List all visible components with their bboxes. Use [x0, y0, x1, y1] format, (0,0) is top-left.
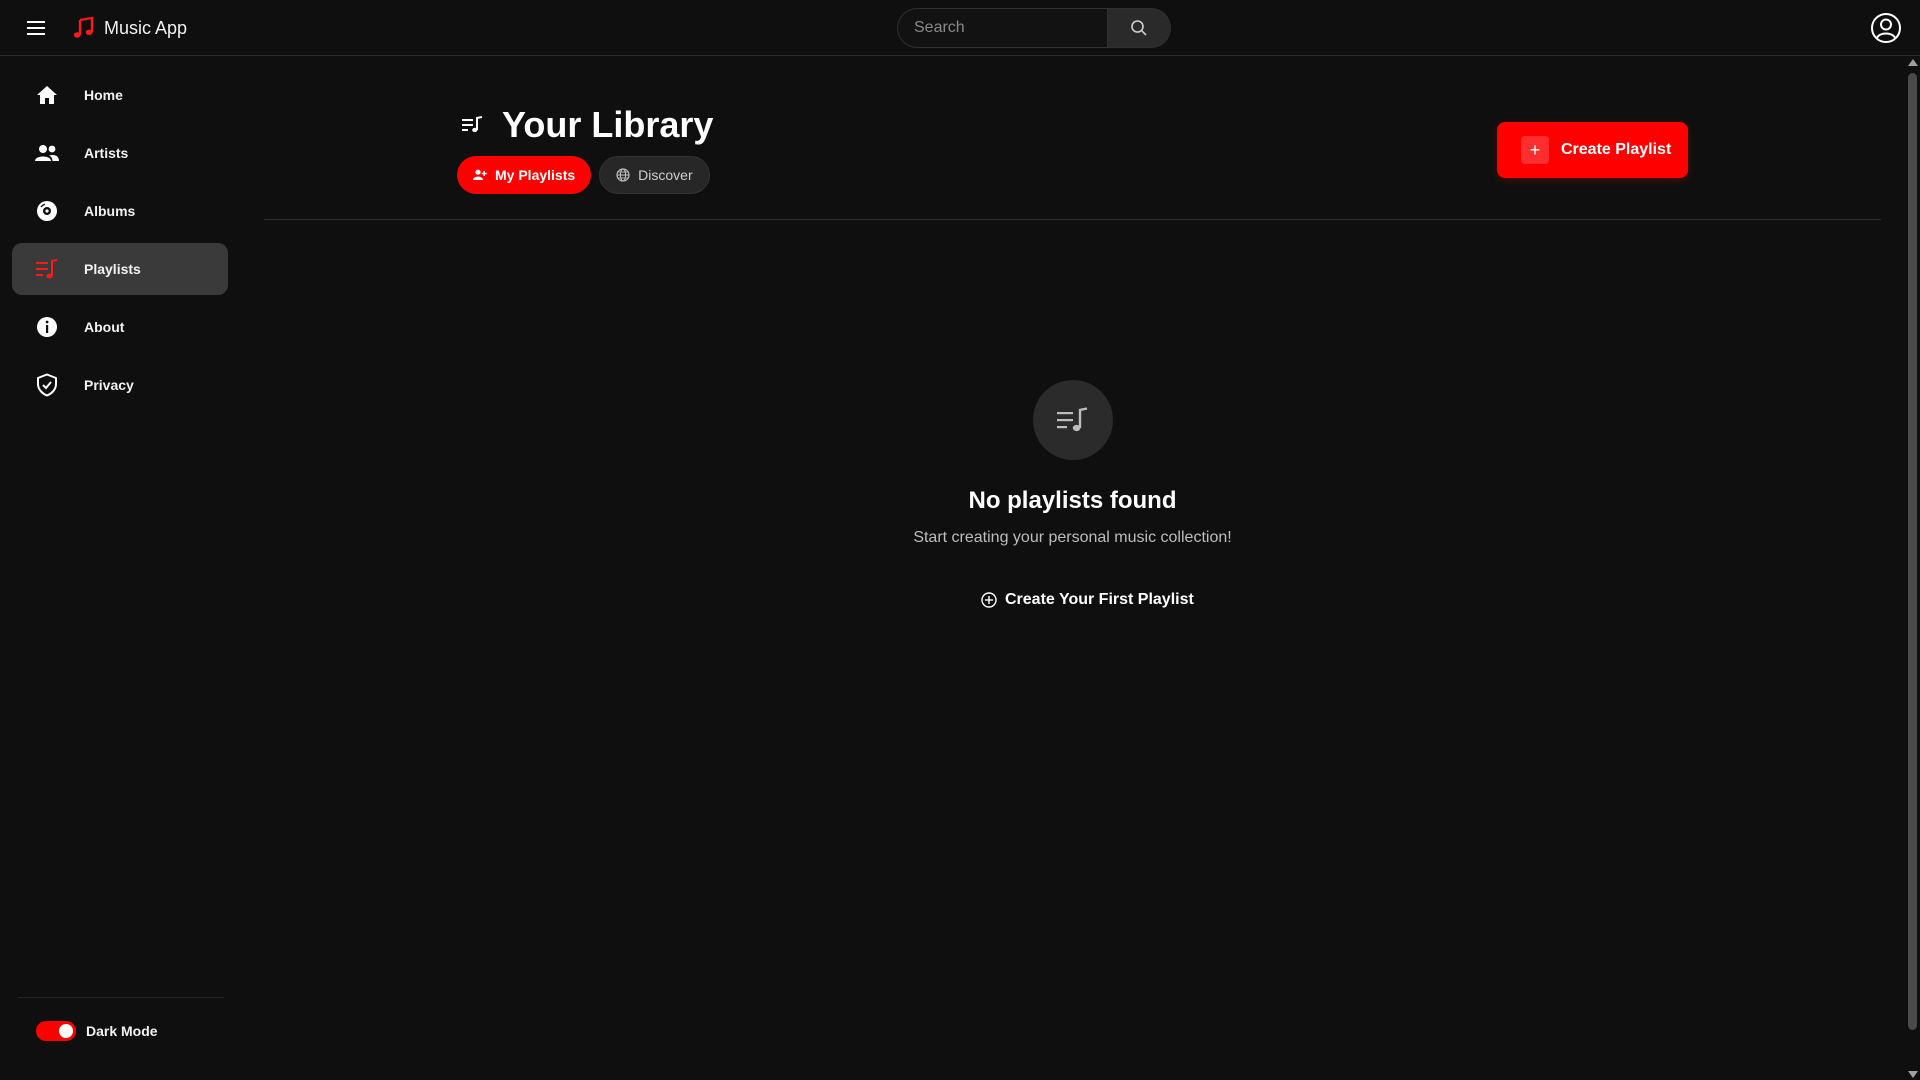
globe-icon	[616, 168, 630, 182]
sidebar-item-about[interactable]: About	[12, 301, 228, 353]
empty-state-subtitle: Start creating your personal music colle…	[913, 529, 1232, 546]
library-title-row: Your Library	[462, 104, 714, 145]
scrollbar-thumb[interactable]	[1908, 73, 1917, 1030]
sidebar-item-home[interactable]: Home	[12, 69, 228, 121]
main-content: Your Library My Playlists Discover + Cre…	[264, 57, 1881, 1080]
user-plus-icon	[473, 169, 487, 180]
sidebar-divider	[18, 997, 224, 998]
search-input[interactable]	[897, 8, 1107, 48]
sidebar-item-label: Artists	[84, 145, 129, 161]
user-circle-icon	[1871, 13, 1901, 43]
sidebar-item-label: Playlists	[84, 261, 141, 277]
tab-label: Discover	[638, 167, 693, 183]
account-button[interactable]	[1870, 12, 1902, 44]
search-icon	[1131, 20, 1147, 36]
empty-state-icon-circle	[1033, 380, 1113, 460]
create-playlist-label: Create Playlist	[1561, 141, 1672, 158]
library-tabs: My Playlists Discover	[457, 156, 710, 194]
playlist-icon	[462, 116, 483, 133]
empty-state-title: No playlists found	[968, 487, 1177, 514]
home-icon	[34, 82, 60, 108]
tab-discover[interactable]: Discover	[599, 156, 710, 194]
playlist-icon	[1057, 407, 1088, 432]
info-icon	[34, 314, 60, 340]
search-button[interactable]	[1107, 8, 1171, 48]
sidebar-item-albums[interactable]: Albums	[12, 185, 228, 237]
sidebar-item-label: Albums	[84, 203, 136, 219]
top-bar: Music App	[0, 0, 1920, 56]
library-header: Your Library My Playlists Discover + Cre…	[264, 57, 1881, 220]
search-bar	[897, 8, 1171, 48]
dark-mode-setting: Dark Mode	[36, 1019, 158, 1043]
create-first-playlist-label: Create Your First Playlist	[1005, 591, 1194, 608]
disc-icon	[34, 198, 60, 224]
plus-icon: +	[1521, 136, 1549, 164]
hamburger-menu-button[interactable]	[22, 14, 50, 42]
app-name: Music App	[104, 17, 188, 38]
scroll-down-arrow-icon[interactable]	[1908, 1071, 1918, 1078]
tab-my-playlists[interactable]: My Playlists	[457, 156, 592, 194]
shield-icon	[34, 372, 60, 398]
dark-mode-label: Dark Mode	[86, 1023, 158, 1039]
people-icon	[34, 140, 60, 166]
page-title: Your Library	[502, 104, 714, 145]
tab-label: My Playlists	[495, 167, 576, 183]
music-note-icon	[73, 16, 94, 38]
sidebar-item-label: About	[84, 319, 125, 335]
plus-circle-icon	[981, 592, 997, 608]
sidebar-item-label: Privacy	[84, 377, 134, 393]
sidebar-item-label: Home	[84, 87, 123, 103]
sidebar-item-playlists[interactable]: Playlists	[12, 243, 228, 295]
create-first-playlist-button[interactable]: Create Your First Playlist	[973, 584, 1202, 616]
page-scrollbar[interactable]	[1905, 57, 1920, 1080]
app-logo[interactable]: Music App	[72, 14, 187, 42]
dark-mode-toggle[interactable]	[36, 1021, 76, 1041]
playlist-icon	[34, 256, 60, 282]
create-playlist-button[interactable]: + Create Playlist	[1497, 122, 1688, 178]
sidebar-item-artists[interactable]: Artists	[12, 127, 228, 179]
sidebar: Home Artists Albums Playlists About Priv…	[0, 57, 240, 1080]
toggle-knob	[59, 1024, 73, 1038]
scroll-up-arrow-icon[interactable]	[1908, 59, 1918, 66]
sidebar-item-privacy[interactable]: Privacy	[12, 359, 228, 411]
hamburger-icon	[27, 21, 45, 35]
